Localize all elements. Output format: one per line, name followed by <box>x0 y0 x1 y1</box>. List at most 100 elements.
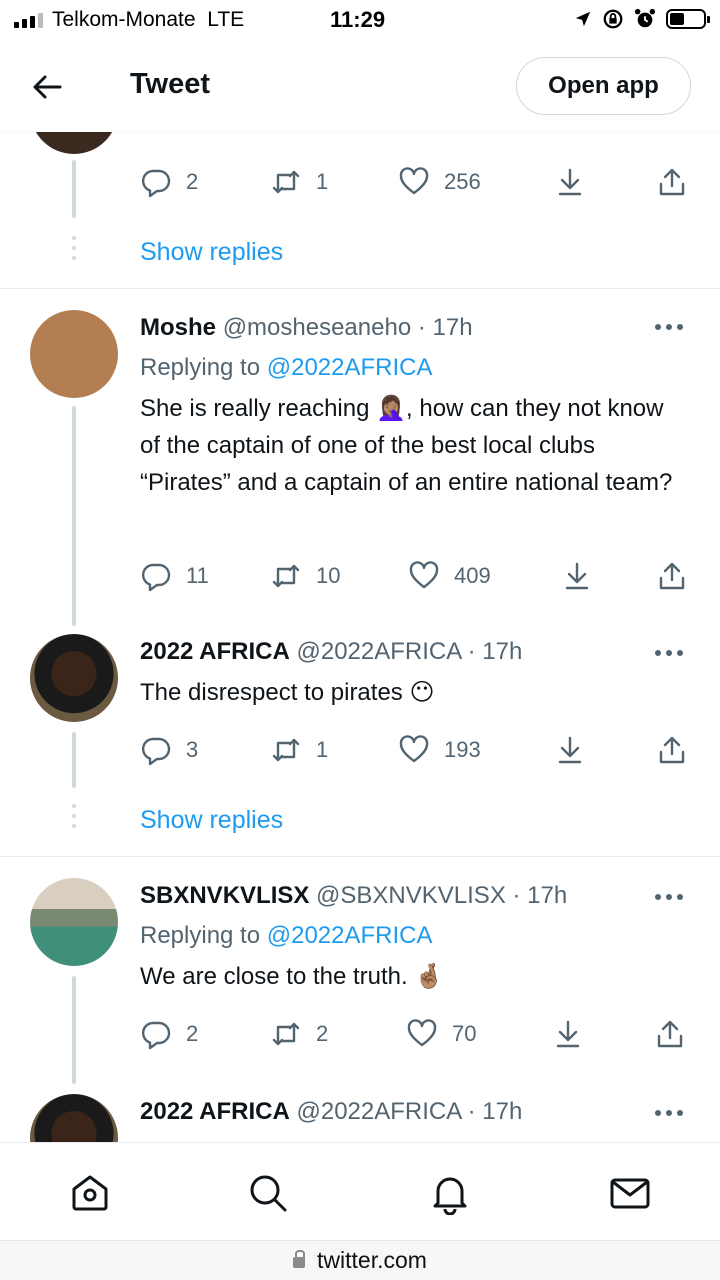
like-count: 193 <box>444 737 481 762</box>
notifications-icon[interactable] <box>428 1171 472 1215</box>
avatar[interactable] <box>30 878 118 966</box>
back-arrow-icon[interactable] <box>30 70 64 104</box>
share-button[interactable] <box>656 734 688 766</box>
reply-count: 3 <box>186 737 199 762</box>
tweet-text: She is really reaching 🤦🏽‍♀️, how can th… <box>140 395 673 496</box>
avatar[interactable] <box>30 1094 118 1142</box>
page-title: Tweet <box>130 68 211 100</box>
avatar[interactable] <box>30 634 118 722</box>
replying-to: Replying to @2022AFRICA <box>140 354 433 382</box>
show-replies-link[interactable]: Show replies <box>140 238 283 267</box>
share-button[interactable] <box>656 166 688 198</box>
tweet-actions: 3 1 193 <box>140 734 700 770</box>
like-icon <box>409 561 439 589</box>
like-count: 256 <box>444 169 481 194</box>
like-button[interactable]: 409 <box>408 560 491 592</box>
url-domain: twitter.com <box>317 1247 427 1273</box>
download-button[interactable] <box>552 1018 584 1050</box>
download-button[interactable] <box>561 560 593 592</box>
more-options-button[interactable] <box>655 322 691 332</box>
avatar[interactable] <box>30 132 118 154</box>
like-button[interactable]: 193 <box>398 734 481 766</box>
download-icon <box>556 1020 580 1048</box>
replying-to-link[interactable]: @2022AFRICA <box>267 922 433 949</box>
author-name: SBXNVKVLISX <box>140 882 310 909</box>
thread-dots <box>72 804 76 834</box>
avatar[interactable] <box>30 310 118 398</box>
replying-prefix: Replying to <box>140 354 261 381</box>
author-name: Moshe <box>140 314 217 341</box>
author-name: 2022 AFRICA <box>140 638 290 665</box>
tweet-actions: 2 1 256 <box>140 166 700 202</box>
top-header: Tweet Open app <box>0 40 720 132</box>
tweet-author[interactable]: Moshe @mosheseaneho · 17h <box>140 314 473 342</box>
lock-icon <box>293 1250 306 1268</box>
thread-line <box>72 160 76 218</box>
author-handle: @SBXNVKVLISX · 17h <box>316 882 568 909</box>
divider <box>0 856 720 857</box>
share-icon <box>657 1020 683 1048</box>
retweet-count: 2 <box>316 1021 329 1046</box>
divider <box>0 288 720 289</box>
share-button[interactable] <box>656 560 688 592</box>
reply-count: 11 <box>186 563 209 588</box>
tweet-author[interactable]: SBXNVKVLISX @SBXNVKVLISX · 17h <box>140 882 567 910</box>
reply-button[interactable]: 2 <box>140 1018 198 1050</box>
thread-dots <box>72 236 76 266</box>
retweet-count: 10 <box>316 563 341 588</box>
retweet-button[interactable]: 2 <box>270 1018 328 1050</box>
home-icon[interactable] <box>68 1171 112 1215</box>
like-count: 70 <box>452 1021 477 1046</box>
more-options-button[interactable] <box>655 648 691 658</box>
reply-icon <box>141 1021 171 1050</box>
tweet-feed[interactable]: 2 1 256 Show replies Moshe @mosheseaneho… <box>0 132 720 1142</box>
reply-count: 2 <box>186 1021 199 1046</box>
download-button[interactable] <box>554 734 586 766</box>
thread-line <box>72 732 76 788</box>
retweet-count: 1 <box>316 169 329 194</box>
network-type: LTE <box>207 8 245 31</box>
author-handle: @2022AFRICA · 17h <box>296 1098 523 1125</box>
replying-to: Replying to @2022AFRICA <box>140 922 433 950</box>
tweet-author[interactable]: 2022 AFRICA @2022AFRICA · 17h <box>140 1098 522 1126</box>
bottom-navigation <box>0 1142 720 1240</box>
open-app-button[interactable]: Open app <box>516 57 691 115</box>
more-options-button[interactable] <box>655 892 691 902</box>
download-icon <box>558 168 582 196</box>
share-button[interactable] <box>654 1018 686 1050</box>
tweet-actions: 11 10 409 <box>140 560 700 596</box>
show-replies-link[interactable]: Show replies <box>140 806 283 835</box>
like-count: 409 <box>454 563 491 588</box>
tweet-text: The disrespect to pirates 😶 <box>140 679 435 706</box>
more-options-button[interactable] <box>655 1108 691 1118</box>
reply-button[interactable]: 3 <box>140 734 198 766</box>
retweet-icon <box>272 170 300 194</box>
like-icon <box>407 1019 437 1047</box>
retweet-button[interactable]: 10 <box>270 560 340 592</box>
share-icon <box>659 562 685 590</box>
retweet-button[interactable]: 1 <box>270 734 328 766</box>
tweet-author[interactable]: 2022 AFRICA @2022AFRICA · 17h <box>140 638 522 666</box>
replying-to-link[interactable]: @2022AFRICA <box>267 354 433 381</box>
thread-line <box>72 976 76 1084</box>
location-icon <box>575 11 591 27</box>
author-handle: @2022AFRICA · 17h <box>296 638 523 665</box>
carrier-label: Telkom-Monate LTE <box>52 8 244 32</box>
author-handle: @mosheseaneho · 17h <box>222 314 473 341</box>
search-icon[interactable] <box>246 1171 290 1215</box>
like-button[interactable]: 70 <box>406 1018 476 1050</box>
reply-icon <box>141 169 171 198</box>
download-button[interactable] <box>554 166 586 198</box>
tweet-text: We are close to the truth. 🤞🏽 <box>140 963 445 990</box>
reply-button[interactable]: 11 <box>140 560 209 592</box>
share-icon <box>659 168 685 196</box>
retweet-icon <box>272 564 300 588</box>
retweet-count: 1 <box>316 737 329 762</box>
like-button[interactable]: 256 <box>398 166 481 198</box>
like-icon <box>399 167 429 195</box>
retweet-icon <box>272 1022 300 1046</box>
retweet-button[interactable]: 1 <box>270 166 328 198</box>
messages-icon[interactable] <box>608 1171 652 1215</box>
reply-button[interactable]: 2 <box>140 166 198 198</box>
url-bar[interactable]: twitter.com <box>0 1240 720 1280</box>
